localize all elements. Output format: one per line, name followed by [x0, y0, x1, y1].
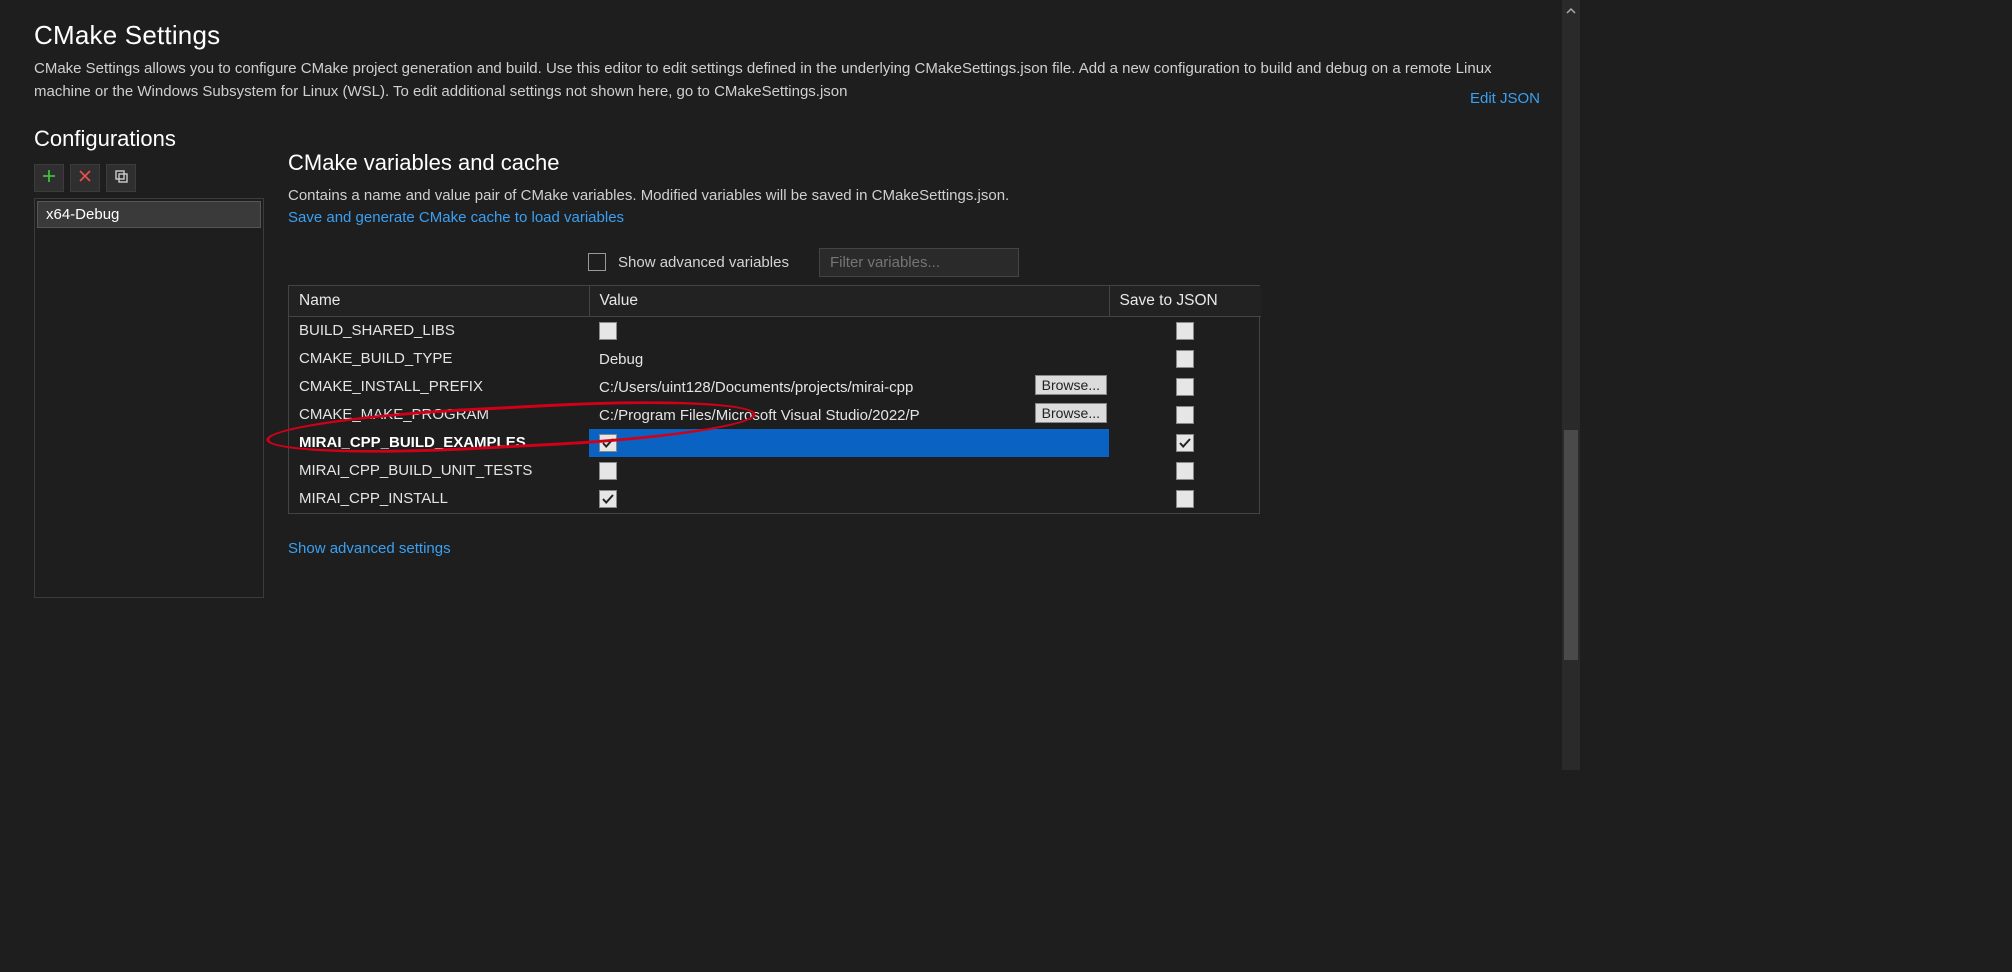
save-to-json-cell: [1109, 429, 1261, 457]
value-text[interactable]: C:/Program Files/Microsoft Visual Studio…: [599, 407, 920, 424]
scroll-thumb[interactable]: [1564, 430, 1578, 660]
variables-section-title: CMake variables and cache: [288, 150, 1552, 176]
add-configuration-button[interactable]: [34, 164, 64, 192]
value-checkbox[interactable]: [599, 434, 617, 452]
table-row[interactable]: BUILD_SHARED_LIBS: [289, 316, 1261, 345]
value-text[interactable]: Debug: [599, 351, 643, 368]
variable-name: CMAKE_MAKE_PROGRAM: [289, 401, 589, 429]
browse-button[interactable]: Browse...: [1035, 375, 1107, 395]
duplicate-icon: [113, 168, 129, 188]
column-header-name[interactable]: Name: [289, 286, 589, 317]
page-description: CMake Settings allows you to configure C…: [34, 57, 1534, 104]
save-to-json-cell: [1109, 316, 1261, 345]
plus-icon: [41, 168, 57, 188]
table-row[interactable]: MIRAI_CPP_BUILD_UNIT_TESTS: [289, 457, 1261, 485]
variable-value-cell[interactable]: [589, 429, 1109, 457]
save-checkbox[interactable]: [1176, 406, 1194, 424]
scroll-up-icon[interactable]: [1564, 4, 1578, 18]
value-text[interactable]: C:/Users/uint128/Documents/projects/mira…: [599, 379, 913, 396]
edit-json-link[interactable]: Edit JSON: [1470, 90, 1540, 107]
table-row[interactable]: MIRAI_CPP_BUILD_EXAMPLES: [289, 429, 1261, 457]
save-generate-link[interactable]: Save and generate CMake cache to load va…: [288, 209, 1552, 226]
variable-value-cell[interactable]: [589, 485, 1109, 513]
save-to-json-cell: [1109, 345, 1261, 373]
table-row[interactable]: CMAKE_MAKE_PROGRAM C:/Program Files/Micro…: [289, 401, 1261, 429]
table-row[interactable]: CMAKE_BUILD_TYPE Debug: [289, 345, 1261, 373]
configurations-toolbar: [34, 164, 264, 192]
browse-button[interactable]: Browse...: [1035, 403, 1107, 423]
close-icon: [77, 168, 93, 188]
show-advanced-checkbox[interactable]: [588, 253, 606, 271]
variable-name: BUILD_SHARED_LIBS: [289, 316, 589, 345]
vertical-scrollbar[interactable]: [1562, 0, 1580, 770]
variable-name: MIRAI_CPP_INSTALL: [289, 485, 589, 513]
show-advanced-settings-link[interactable]: Show advanced settings: [288, 540, 451, 557]
save-checkbox[interactable]: [1176, 322, 1194, 340]
save-checkbox[interactable]: [1176, 490, 1194, 508]
variable-name: MIRAI_CPP_BUILD_UNIT_TESTS: [289, 457, 589, 485]
column-header-value[interactable]: Value: [589, 286, 1109, 317]
variable-value-cell[interactable]: [589, 457, 1109, 485]
value-checkbox[interactable]: [599, 462, 617, 480]
save-checkbox[interactable]: [1176, 350, 1194, 368]
save-to-json-cell: [1109, 373, 1261, 401]
configuration-item[interactable]: x64-Debug: [37, 201, 261, 228]
show-advanced-label: Show advanced variables: [618, 254, 789, 271]
save-checkbox[interactable]: [1176, 434, 1194, 452]
variable-name: CMAKE_INSTALL_PREFIX: [289, 373, 589, 401]
value-checkbox[interactable]: [599, 322, 617, 340]
save-to-json-cell: [1109, 485, 1261, 513]
table-row[interactable]: CMAKE_INSTALL_PREFIX C:/Users/uint128/Doc…: [289, 373, 1261, 401]
variables-section-description: Contains a name and value pair of CMake …: [288, 184, 1552, 207]
variables-table: Name Value Save to JSON BUILD_SHARED_LIB…: [288, 285, 1260, 514]
page-title: CMake Settings: [34, 20, 1552, 51]
save-checkbox[interactable]: [1176, 462, 1194, 480]
save-checkbox[interactable]: [1176, 378, 1194, 396]
variable-name: MIRAI_CPP_BUILD_EXAMPLES: [289, 429, 589, 457]
variable-value-cell[interactable]: Debug: [589, 345, 1109, 373]
value-checkbox[interactable]: [599, 490, 617, 508]
configurations-list[interactable]: x64-Debug: [34, 198, 264, 598]
save-to-json-cell: [1109, 401, 1261, 429]
variable-name: CMAKE_BUILD_TYPE: [289, 345, 589, 373]
save-to-json-cell: [1109, 457, 1261, 485]
remove-configuration-button[interactable]: [70, 164, 100, 192]
column-header-save[interactable]: Save to JSON: [1109, 286, 1261, 317]
configurations-heading: Configurations: [34, 126, 264, 152]
variable-value-cell[interactable]: C:/Program Files/Microsoft Visual Studio…: [589, 401, 1109, 429]
table-row[interactable]: MIRAI_CPP_INSTALL: [289, 485, 1261, 513]
variable-value-cell[interactable]: C:/Users/uint128/Documents/projects/mira…: [589, 373, 1109, 401]
duplicate-configuration-button[interactable]: [106, 164, 136, 192]
filter-variables-input[interactable]: [819, 248, 1019, 277]
variable-value-cell[interactable]: [589, 316, 1109, 345]
